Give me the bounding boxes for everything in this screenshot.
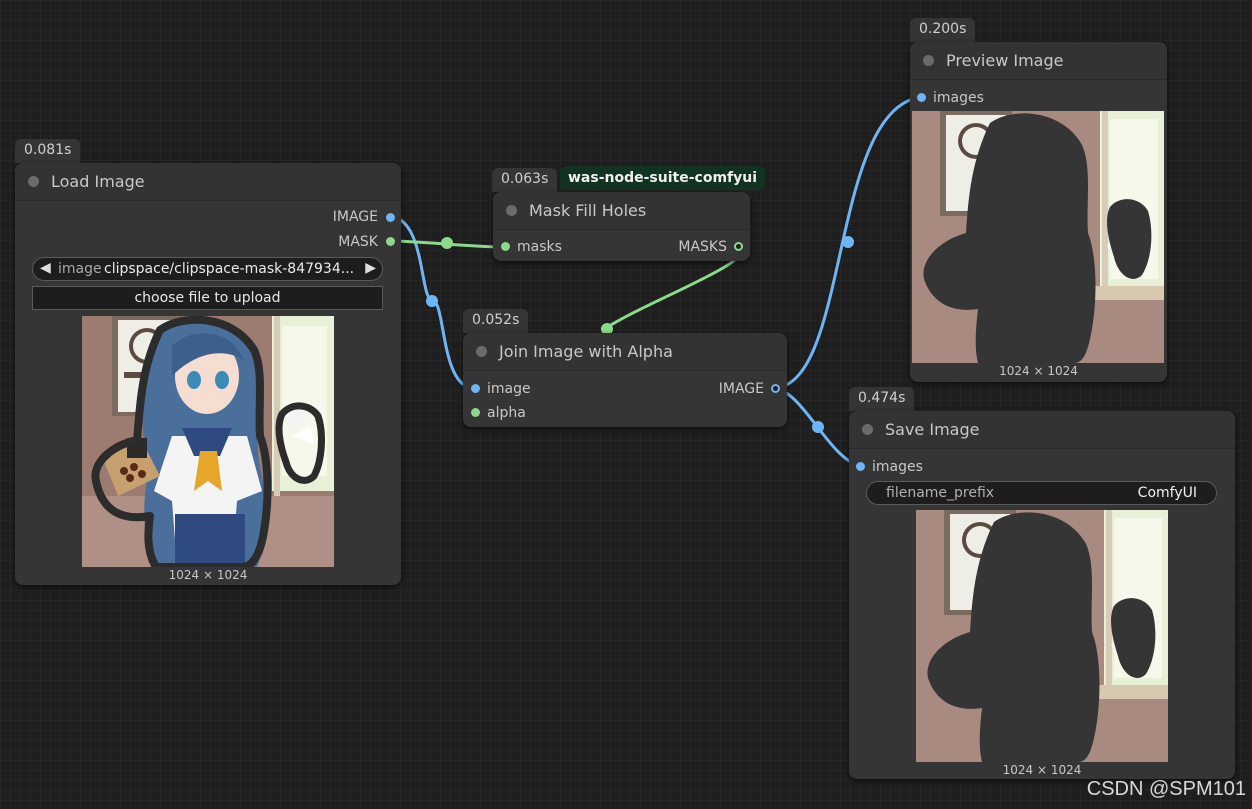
link-mask-to-fillholes <box>389 239 506 249</box>
source-package-tag: was-node-suite-comfyui <box>560 166 766 190</box>
node-title: Join Image with Alpha <box>499 342 673 361</box>
saved-output-image <box>916 510 1168 762</box>
input-pin-alpha[interactable] <box>471 408 480 417</box>
collapse-dot-icon[interactable] <box>862 424 873 435</box>
input-label-images: images <box>872 459 923 475</box>
input-label-images: images <box>933 90 984 106</box>
node-title: Preview Image <box>946 51 1064 70</box>
preview-image-node[interactable]: Preview Image images 1024 × 1024 <box>910 42 1167 382</box>
output-label-image: IMAGE <box>332 209 378 225</box>
link-join-to-preview <box>775 95 922 390</box>
save-image-node[interactable]: Save Image images filename_prefix ComfyU… <box>849 411 1235 779</box>
preview-image-title-bar[interactable]: Preview Image <box>910 42 1167 80</box>
image-size-label: 1024 × 1024 <box>168 568 248 582</box>
node-graph-canvas[interactable]: 0.081s Load Image IMAGE MASK ◀ image cli… <box>0 0 1252 809</box>
combo-left-arrow-icon[interactable]: ◀ <box>40 260 51 276</box>
input-label-image: image <box>487 381 531 397</box>
load-image-exec-time: 0.081s <box>15 139 81 163</box>
output-pin-image[interactable] <box>771 384 780 393</box>
output-pin-masks[interactable] <box>734 242 743 251</box>
input-pin-image[interactable] <box>471 384 480 393</box>
save-image-title-bar[interactable]: Save Image <box>849 411 1235 449</box>
link-image-to-join <box>389 215 475 390</box>
alpha-masked-result <box>916 510 1168 762</box>
collapse-dot-icon[interactable] <box>28 176 39 187</box>
collapse-dot-icon[interactable] <box>506 205 517 216</box>
loaded-image-preview <box>82 316 334 567</box>
image-size-label: 1024 × 1024 <box>1002 763 1082 777</box>
input-pin-images[interactable] <box>917 93 926 102</box>
output-label-mask: MASK <box>338 234 378 250</box>
mask-fill-holes-exec-time: 0.063s <box>492 168 558 192</box>
output-pin-image[interactable] <box>386 213 395 222</box>
output-pin-mask[interactable] <box>386 237 395 246</box>
link-mask-to-fillholes-midpoint <box>441 237 453 249</box>
mask-fill-holes-node[interactable]: Mask Fill Holes masks MASKS <box>493 192 750 261</box>
image-size-label: 1024 × 1024 <box>999 364 1078 378</box>
link-join-to-save-midpoint <box>812 421 824 433</box>
preview-output-image <box>912 111 1164 363</box>
node-title: Load Image <box>51 172 145 191</box>
combo-label: image <box>58 261 102 277</box>
image-combo-widget[interactable]: ◀ image clipspace/clipspace-mask-847934.… <box>32 257 383 281</box>
alpha-masked-result <box>912 111 1164 363</box>
join-image-exec-time: 0.052s <box>463 309 529 333</box>
load-image-title-bar[interactable]: Load Image <box>15 163 401 201</box>
input-pin-masks[interactable] <box>501 242 510 251</box>
output-label-image: IMAGE <box>718 381 764 397</box>
node-title: Mask Fill Holes <box>529 201 647 220</box>
load-image-node[interactable]: Load Image IMAGE MASK ◀ image clipspace/… <box>15 163 401 585</box>
mask-fill-holes-title-bar[interactable]: Mask Fill Holes <box>493 192 750 230</box>
filename-prefix-widget[interactable]: filename_prefix ComfyUI <box>866 481 1217 505</box>
prefix-value: ComfyUI <box>1137 485 1197 501</box>
collapse-dot-icon[interactable] <box>476 346 487 357</box>
save-image-exec-time: 0.474s <box>849 387 915 411</box>
prefix-label: filename_prefix <box>886 485 995 501</box>
join-image-alpha-title-bar[interactable]: Join Image with Alpha <box>463 333 787 371</box>
join-image-alpha-node[interactable]: Join Image with Alpha image alpha IMAGE <box>463 333 787 427</box>
collapse-dot-icon[interactable] <box>923 55 934 66</box>
input-label-masks: masks <box>517 239 562 255</box>
link-join-to-preview-midpoint <box>842 236 854 248</box>
node-title: Save Image <box>885 420 980 439</box>
input-pin-images[interactable] <box>856 462 865 471</box>
upload-button[interactable]: choose file to upload <box>32 286 383 310</box>
combo-value: clipspace/clipspace-mask-847934... <box>104 261 355 277</box>
link-image-to-join-midpoint <box>426 295 438 307</box>
output-label-masks: MASKS <box>678 239 727 255</box>
preview-image-exec-time: 0.200s <box>910 18 976 42</box>
combo-right-arrow-icon[interactable]: ▶ <box>365 260 376 276</box>
input-label-alpha: alpha <box>487 405 526 421</box>
watermark-text: CSDN @SPM101 <box>1086 778 1246 800</box>
masked-illustration <box>82 316 334 567</box>
